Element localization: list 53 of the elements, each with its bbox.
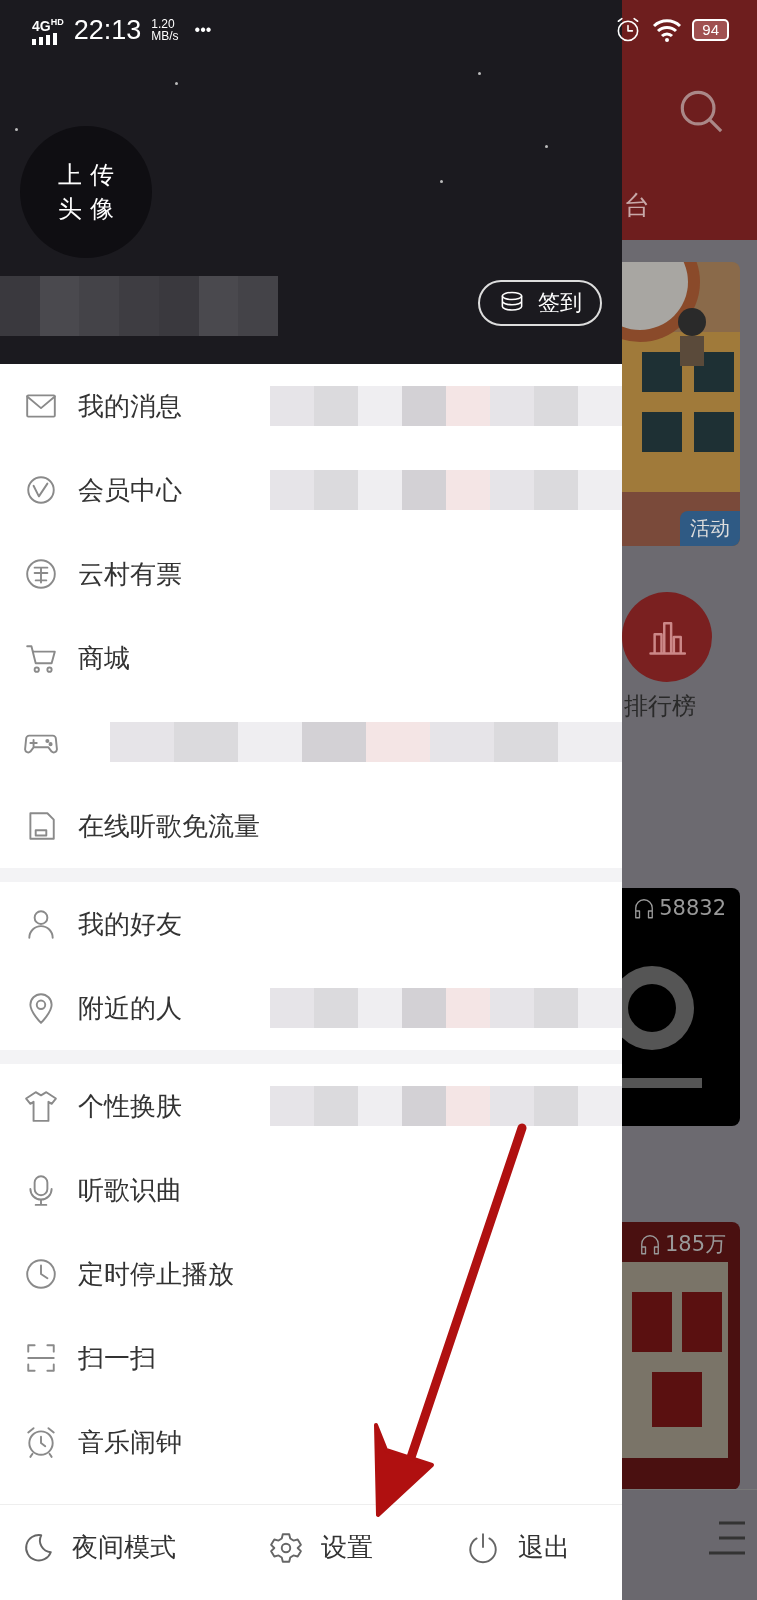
menu-item-label: 云村有票: [78, 557, 182, 591]
ticket-icon: [24, 557, 58, 591]
playlist-card[interactable]: 58832: [622, 888, 740, 1126]
network-indicator: 4G$^{HD}$: [32, 15, 64, 45]
bottom-action[interactable]: 设置: [269, 1530, 373, 1565]
menu-item-label: 个性换肤: [78, 1089, 182, 1123]
menu-item-label: 听歌识曲: [78, 1173, 182, 1207]
menu-item[interactable]: 个性换肤: [0, 1064, 622, 1148]
menu-item[interactable]: 我的消息: [0, 364, 622, 448]
menu-item-label: 会员中心: [78, 473, 182, 507]
clock-time: 22:13: [73, 14, 142, 46]
menu-item-label: 附近的人: [78, 991, 182, 1025]
alarm-clock-icon: [24, 1425, 58, 1459]
vip-icon: [24, 473, 58, 507]
menu-item-label: 扫一扫: [78, 1341, 156, 1375]
menu-item[interactable]: 在线听歌免流量: [0, 784, 622, 868]
ranking-label: 排行榜: [624, 691, 696, 722]
menu-item-label: 我的消息: [78, 389, 182, 423]
playlist-icon: [707, 1520, 747, 1556]
menu-item-label: 我的好友: [78, 907, 182, 941]
battery-indicator: 94: [692, 19, 729, 41]
menu-item[interactable]: 听歌识曲: [0, 1148, 622, 1232]
checkin-button[interactable]: 签到: [478, 280, 602, 326]
menu-item[interactable]: 商城: [0, 616, 622, 700]
clock-icon: [24, 1257, 58, 1291]
menu-item[interactable]: 音乐闹钟: [0, 1400, 622, 1484]
menu-item-label: 音乐闹钟: [78, 1425, 182, 1459]
network-speed: 1.20 MB/s: [151, 18, 179, 42]
tab-label[interactable]: 台: [624, 188, 650, 223]
shirt-icon: [24, 1089, 58, 1123]
menu-item[interactable]: 附近的人: [0, 966, 622, 1050]
menu-item-label: 在线听歌免流量: [78, 809, 260, 843]
playlist-card[interactable]: 185万: [622, 1222, 740, 1490]
menu-item-label: 定时停止播放: [78, 1257, 234, 1291]
menu-item-label: 商城: [78, 641, 130, 675]
bottom-action[interactable]: 夜间模式: [20, 1530, 176, 1565]
search-icon: [678, 88, 724, 134]
more-notifications: •••: [194, 21, 212, 39]
settings-icon: [269, 1530, 303, 1565]
menu-item[interactable]: 会员中心: [0, 448, 622, 532]
menu-item[interactable]: 扫一扫: [0, 1316, 622, 1400]
menu-item[interactable]: 定时停止播放: [0, 1232, 622, 1316]
activity-card[interactable]: 活动: [622, 262, 740, 546]
menu-item[interactable]: 我的好友: [0, 882, 622, 966]
power-icon: [466, 1530, 500, 1565]
activity-badge: 活动: [680, 511, 740, 546]
play-count: 58832: [632, 896, 726, 920]
bottom-action[interactable]: 退出: [466, 1530, 570, 1565]
upload-avatar-button[interactable]: 上 传 头 像: [20, 126, 152, 258]
scan-icon: [24, 1341, 58, 1375]
wifi-icon: [652, 18, 683, 42]
menu-item[interactable]: 云村有票: [0, 532, 622, 616]
play-count: 185万: [637, 1230, 726, 1258]
